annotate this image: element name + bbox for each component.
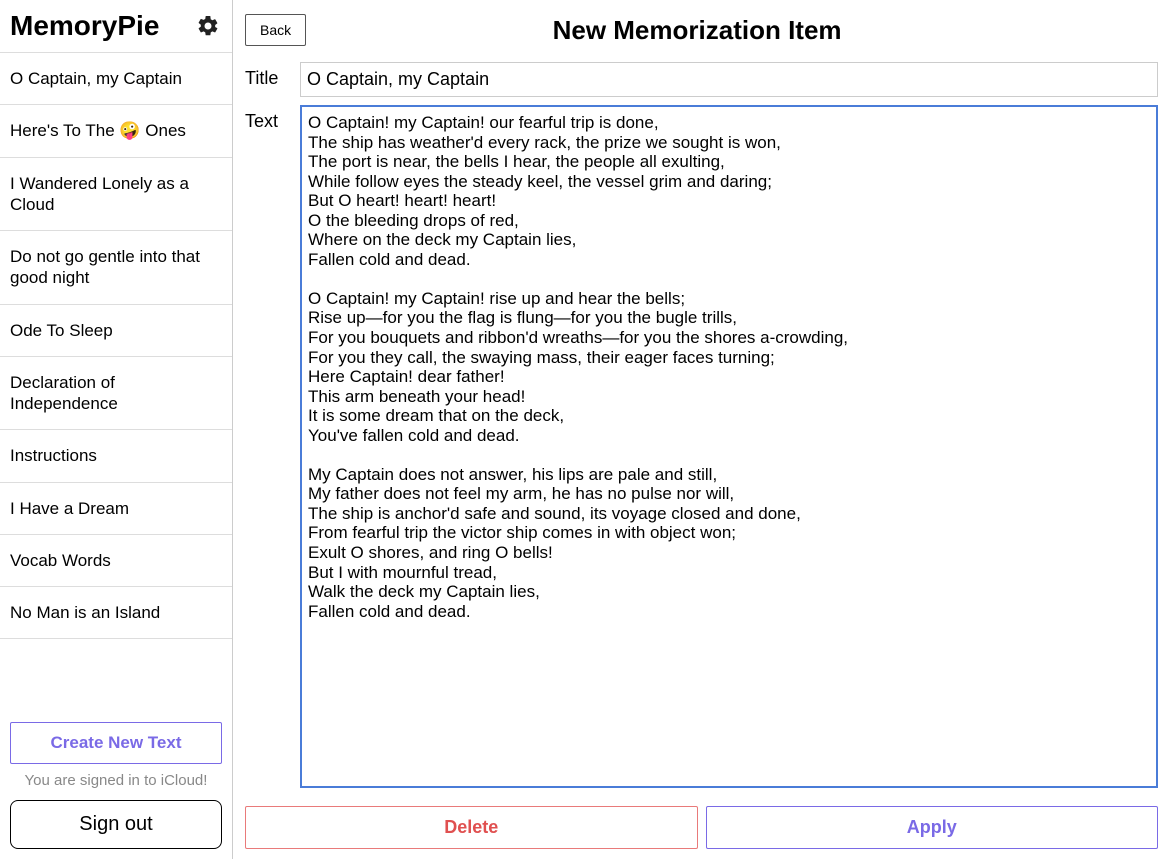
page-title: New Memorization Item xyxy=(306,15,1088,46)
sidebar-item-label: Do not go gentle into that good night xyxy=(10,247,200,287)
text-label: Text xyxy=(245,105,300,788)
sidebar-item-declaration[interactable]: Declaration of Independence xyxy=(0,357,232,431)
app-title: MemoryPie xyxy=(10,10,159,42)
editor-form: Title Text xyxy=(245,62,1158,796)
delete-button[interactable]: Delete xyxy=(245,806,698,849)
sidebar-item-label: Ode To Sleep xyxy=(10,321,113,340)
sidebar-item-vocab[interactable]: Vocab Words xyxy=(0,535,232,587)
icloud-status: You are signed in to iCloud! xyxy=(10,772,222,790)
sidebar-item-label: Here's To The 🤪 Ones xyxy=(10,121,186,140)
sidebar-item-label: No Man is an Island xyxy=(10,603,160,622)
sidebar-item-label: Vocab Words xyxy=(10,551,111,570)
title-input[interactable] xyxy=(300,62,1158,97)
settings-icon[interactable] xyxy=(196,14,220,38)
text-input[interactable] xyxy=(300,105,1158,788)
sidebar-item-do-not-go[interactable]: Do not go gentle into that good night xyxy=(0,231,232,305)
text-row: Text xyxy=(245,105,1158,788)
apply-button[interactable]: Apply xyxy=(706,806,1159,849)
title-label: Title xyxy=(245,62,300,97)
back-button[interactable]: Back xyxy=(245,14,306,46)
sidebar-item-wandered[interactable]: I Wandered Lonely as a Cloud xyxy=(0,158,232,232)
main-content: Back New Memorization Item Title Text De… xyxy=(233,0,1170,859)
sidebar-item-label: O Captain, my Captain xyxy=(10,69,182,88)
create-new-text-button[interactable]: Create New Text xyxy=(10,722,222,764)
sidebar-list: O Captain, my Captain Here's To The 🤪 On… xyxy=(0,52,232,712)
sidebar-header: MemoryPie xyxy=(0,0,232,52)
sidebar-item-label: I Wandered Lonely as a Cloud xyxy=(10,174,189,214)
sidebar-item-o-captain[interactable]: O Captain, my Captain xyxy=(0,53,232,105)
bottom-actions: Delete Apply xyxy=(245,806,1158,849)
sidebar-item-dream[interactable]: I Have a Dream xyxy=(0,483,232,535)
sidebar-item-ode-sleep[interactable]: Ode To Sleep xyxy=(0,305,232,357)
sidebar-item-label: I Have a Dream xyxy=(10,499,129,518)
sidebar-item-label: Instructions xyxy=(10,446,97,465)
sign-out-button[interactable]: Sign out xyxy=(10,800,222,849)
sidebar-item-instructions[interactable]: Instructions xyxy=(0,430,232,482)
title-row: Title xyxy=(245,62,1158,97)
sidebar-item-label: Declaration of Independence xyxy=(10,373,118,413)
sidebar-item-island[interactable]: No Man is an Island xyxy=(0,587,232,639)
sidebar-item-heres-to[interactable]: Here's To The 🤪 Ones xyxy=(0,105,232,157)
sidebar-bottom: Create New Text You are signed in to iCl… xyxy=(0,712,232,859)
sidebar: MemoryPie O Captain, my Captain Here's T… xyxy=(0,0,233,859)
main-header: Back New Memorization Item xyxy=(245,8,1158,52)
